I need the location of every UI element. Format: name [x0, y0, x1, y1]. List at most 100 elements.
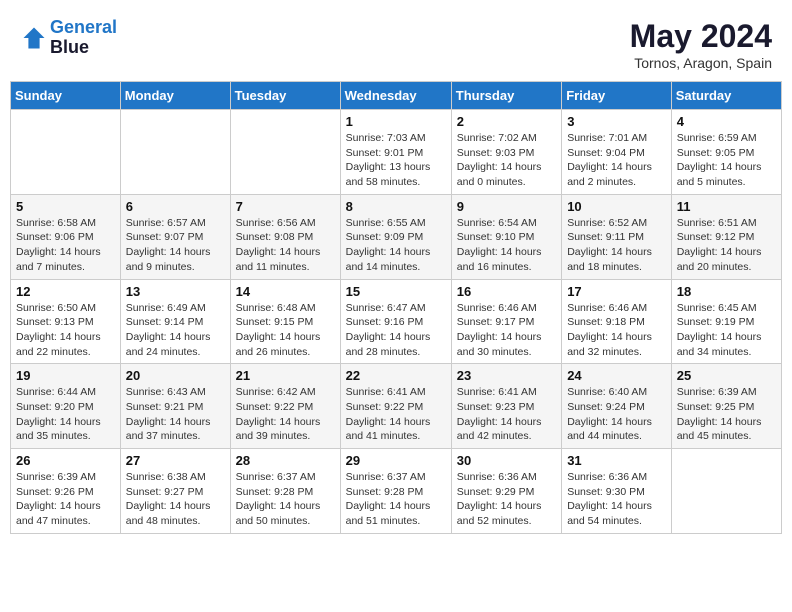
calendar-cell: 28Sunrise: 6:37 AMSunset: 9:28 PMDayligh…: [230, 449, 340, 534]
logo-text: General Blue: [50, 18, 117, 58]
calendar-week-row: 12 Sunrise: 6:50 AMSunset: 9:13 PMDayligh…: [11, 279, 782, 364]
calendar-cell: 8Sunrise: 6:55 AMSunset: 9:09 PMDaylight…: [340, 194, 451, 279]
day-info: Sunrise: 6:57 AMSunset: 9:07 PMDaylight:…: [126, 216, 225, 275]
day-number: 16: [457, 284, 556, 299]
calendar-cell: 18Sunrise: 6:45 AMSunset: 9:19 PMDayligh…: [671, 279, 781, 364]
day-number: 30: [457, 453, 556, 468]
calendar-cell: 2 Sunrise: 7:02 AMSunset: 9:03 PMDaylight…: [451, 110, 561, 195]
calendar-cell: 3 Sunrise: 7:01 AMSunset: 9:04 PMDaylight…: [562, 110, 672, 195]
day-info: Sunrise: 6:58 AMSunset: 9:06 PMDaylight:…: [16, 216, 115, 275]
day-info: Sunrise: 7:03 AMSunset: 9:01 PMDaylight:…: [346, 131, 446, 190]
day-info: Sunrise: 6:40 AMSunset: 9:24 PMDaylight:…: [567, 385, 666, 444]
calendar-cell: 26 Sunrise: 6:39 AMSunset: 9:26 PMDayligh…: [11, 449, 121, 534]
calendar-cell: 6 Sunrise: 6:57 AMSunset: 9:07 PMDaylight…: [120, 194, 230, 279]
day-number: 6: [126, 199, 225, 214]
day-number: 15: [346, 284, 446, 299]
day-number: 9: [457, 199, 556, 214]
day-info: Sunrise: 6:37 AMSunset: 9:28 PMDaylight:…: [346, 470, 446, 529]
calendar-cell: 11 Sunrise: 6:51 AMSunset: 9:12 PMDayligh…: [671, 194, 781, 279]
weekday-header: Sunday: [11, 82, 121, 110]
day-number: 19: [16, 368, 115, 383]
calendar-cell: [230, 110, 340, 195]
calendar-cell: 12 Sunrise: 6:50 AMSunset: 9:13 PMDayligh…: [11, 279, 121, 364]
day-number: 31: [567, 453, 666, 468]
day-info: Sunrise: 6:56 AMSunset: 9:08 PMDaylight:…: [236, 216, 335, 275]
day-number: 25: [677, 368, 776, 383]
day-info: Sunrise: 6:46 AMSunset: 9:17 PMDaylight:…: [457, 301, 556, 360]
day-number: 24: [567, 368, 666, 383]
day-info: Sunrise: 6:39 AMSunset: 9:25 PMDaylight:…: [677, 385, 776, 444]
day-info: Sunrise: 6:42 AMSunset: 9:22 PMDaylight:…: [236, 385, 335, 444]
weekday-header: Wednesday: [340, 82, 451, 110]
weekday-header: Thursday: [451, 82, 561, 110]
day-number: 23: [457, 368, 556, 383]
calendar-cell: 24 Sunrise: 6:40 AMSunset: 9:24 PMDayligh…: [562, 364, 672, 449]
calendar-cell: [671, 449, 781, 534]
day-number: 26: [16, 453, 115, 468]
day-info: Sunrise: 7:01 AMSunset: 9:04 PMDaylight:…: [567, 131, 666, 190]
day-info: Sunrise: 6:41 AMSunset: 9:22 PMDaylight:…: [346, 385, 446, 444]
day-info: Sunrise: 6:45 AMSunset: 9:19 PMDaylight:…: [677, 301, 776, 360]
day-info: Sunrise: 6:43 AMSunset: 9:21 PMDaylight:…: [126, 385, 225, 444]
calendar-week-row: 19 Sunrise: 6:44 AMSunset: 9:20 PMDayligh…: [11, 364, 782, 449]
day-info: Sunrise: 6:52 AMSunset: 9:11 PMDaylight:…: [567, 216, 666, 275]
day-info: Sunrise: 6:49 AMSunset: 9:14 PMDaylight:…: [126, 301, 225, 360]
weekday-header: Monday: [120, 82, 230, 110]
day-number: 22: [346, 368, 446, 383]
weekday-header-row: SundayMondayTuesdayWednesdayThursdayFrid…: [11, 82, 782, 110]
calendar-cell: 17 Sunrise: 6:46 AMSunset: 9:18 PMDayligh…: [562, 279, 672, 364]
calendar-cell: 31Sunrise: 6:36 AMSunset: 9:30 PMDayligh…: [562, 449, 672, 534]
calendar-week-row: 26 Sunrise: 6:39 AMSunset: 9:26 PMDayligh…: [11, 449, 782, 534]
calendar-cell: 13 Sunrise: 6:49 AMSunset: 9:14 PMDayligh…: [120, 279, 230, 364]
calendar-cell: 16 Sunrise: 6:46 AMSunset: 9:17 PMDayligh…: [451, 279, 561, 364]
weekday-header: Saturday: [671, 82, 781, 110]
day-number: 1: [346, 114, 446, 129]
day-info: Sunrise: 6:41 AMSunset: 9:23 PMDaylight:…: [457, 385, 556, 444]
day-info: Sunrise: 6:39 AMSunset: 9:26 PMDaylight:…: [16, 470, 115, 529]
day-number: 7: [236, 199, 335, 214]
calendar-cell: 10 Sunrise: 6:52 AMSunset: 9:11 PMDayligh…: [562, 194, 672, 279]
month-year: May 2024: [630, 18, 772, 55]
day-number: 2: [457, 114, 556, 129]
day-number: 4: [677, 114, 776, 129]
day-number: 3: [567, 114, 666, 129]
day-number: 11: [677, 199, 776, 214]
day-info: Sunrise: 6:36 AMSunset: 9:29 PMDaylight:…: [457, 470, 556, 529]
day-info: Sunrise: 6:46 AMSunset: 9:18 PMDaylight:…: [567, 301, 666, 360]
day-number: 14: [236, 284, 335, 299]
weekday-header: Tuesday: [230, 82, 340, 110]
calendar-cell: 23 Sunrise: 6:41 AMSunset: 9:23 PMDayligh…: [451, 364, 561, 449]
logo-icon: [20, 24, 48, 52]
page-header: General Blue May 2024 Tornos, Aragon, Sp…: [10, 10, 782, 75]
calendar-cell: 25 Sunrise: 6:39 AMSunset: 9:25 PMDayligh…: [671, 364, 781, 449]
day-number: 8: [346, 199, 446, 214]
day-number: 13: [126, 284, 225, 299]
calendar-cell: 29 Sunrise: 6:37 AMSunset: 9:28 PMDayligh…: [340, 449, 451, 534]
day-number: 17: [567, 284, 666, 299]
day-info: Sunrise: 6:38 AMSunset: 9:27 PMDaylight:…: [126, 470, 225, 529]
day-number: 12: [16, 284, 115, 299]
weekday-header: Friday: [562, 82, 672, 110]
day-info: Sunrise: 6:50 AMSunset: 9:13 PMDaylight:…: [16, 301, 115, 360]
day-info: Sunrise: 6:51 AMSunset: 9:12 PMDaylight:…: [677, 216, 776, 275]
calendar-table: SundayMondayTuesdayWednesdayThursdayFrid…: [10, 81, 782, 534]
calendar-cell: 9Sunrise: 6:54 AMSunset: 9:10 PMDaylight…: [451, 194, 561, 279]
calendar-cell: [11, 110, 121, 195]
calendar-week-row: 5 Sunrise: 6:58 AMSunset: 9:06 PMDaylight…: [11, 194, 782, 279]
day-number: 10: [567, 199, 666, 214]
calendar-cell: 19 Sunrise: 6:44 AMSunset: 9:20 PMDayligh…: [11, 364, 121, 449]
day-info: Sunrise: 6:47 AMSunset: 9:16 PMDaylight:…: [346, 301, 446, 360]
day-number: 29: [346, 453, 446, 468]
day-info: Sunrise: 6:48 AMSunset: 9:15 PMDaylight:…: [236, 301, 335, 360]
calendar-cell: 22 Sunrise: 6:41 AMSunset: 9:22 PMDayligh…: [340, 364, 451, 449]
day-number: 5: [16, 199, 115, 214]
calendar-cell: 30 Sunrise: 6:36 AMSunset: 9:29 PMDayligh…: [451, 449, 561, 534]
day-info: Sunrise: 6:44 AMSunset: 9:20 PMDaylight:…: [16, 385, 115, 444]
calendar-cell: 14 Sunrise: 6:48 AMSunset: 9:15 PMDayligh…: [230, 279, 340, 364]
day-number: 21: [236, 368, 335, 383]
calendar-week-row: 1 Sunrise: 7:03 AMSunset: 9:01 PMDaylight…: [11, 110, 782, 195]
day-info: Sunrise: 6:37 AMSunset: 9:28 PMDaylight:…: [236, 470, 335, 529]
calendar-cell: 5 Sunrise: 6:58 AMSunset: 9:06 PMDaylight…: [11, 194, 121, 279]
calendar-cell: 1 Sunrise: 7:03 AMSunset: 9:01 PMDaylight…: [340, 110, 451, 195]
day-info: Sunrise: 7:02 AMSunset: 9:03 PMDaylight:…: [457, 131, 556, 190]
